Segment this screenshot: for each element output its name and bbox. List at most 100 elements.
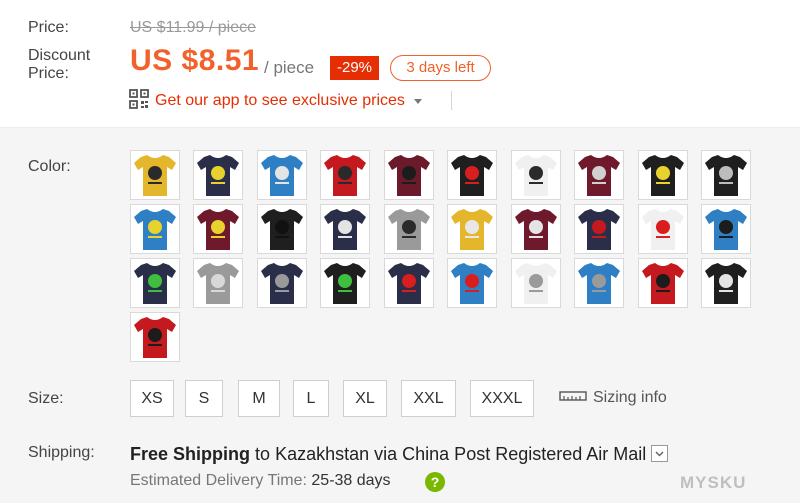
color-option[interactable]: [193, 258, 243, 308]
tshirt-icon: [451, 155, 493, 196]
tshirt-icon: [134, 263, 176, 304]
discount-label-line1: Discount: [28, 47, 91, 64]
color-option[interactable]: [638, 204, 688, 254]
tshirt-icon: [705, 263, 747, 304]
tshirt-icon: [261, 155, 303, 196]
tshirt-icon: [324, 263, 366, 304]
free-shipping-text: Free Shipping: [130, 444, 251, 464]
size-option-xl[interactable]: XL: [343, 380, 387, 417]
caret-down-icon: [413, 98, 422, 104]
color-option[interactable]: [257, 258, 307, 308]
color-option[interactable]: [257, 150, 307, 200]
tshirt-icon: [515, 155, 557, 196]
tshirt-icon: [134, 209, 176, 250]
divider: [451, 91, 452, 110]
sizing-info-text: Sizing info: [593, 389, 667, 406]
discount-label-line2: Price:: [28, 65, 69, 82]
color-label: Color:: [28, 158, 71, 175]
color-option[interactable]: [574, 258, 624, 308]
delivery-estimate: Estimated Delivery Time: 25-38 days: [130, 472, 391, 490]
size-option-s[interactable]: S: [185, 380, 223, 417]
tshirt-icon: [388, 155, 430, 196]
discount-price-label: Discount Price:: [28, 47, 90, 83]
per-piece-unit: / piece: [264, 58, 315, 77]
color-option[interactable]: [447, 150, 497, 200]
chevron-down-icon: [655, 451, 664, 457]
color-option[interactable]: [320, 204, 370, 254]
tshirt-icon: [515, 209, 557, 250]
color-option[interactable]: [130, 312, 180, 362]
color-option[interactable]: [701, 258, 751, 308]
delivery-days: 25-38 days: [311, 472, 391, 489]
tshirt-icon: [451, 263, 493, 304]
color-option[interactable]: [574, 204, 624, 254]
tshirt-icon: [324, 155, 366, 196]
tshirt-icon: [261, 263, 303, 304]
shipping-country: Kazakhstan: [275, 444, 370, 464]
size-option-l[interactable]: L: [293, 380, 329, 417]
shipping-dropdown-button[interactable]: [651, 445, 668, 462]
color-option[interactable]: [511, 150, 561, 200]
color-option[interactable]: [257, 204, 307, 254]
shipping-method[interactable]: Free Shipping to Kazakhstan via China Po…: [130, 444, 646, 465]
tshirt-icon: [324, 209, 366, 250]
color-option[interactable]: [384, 204, 434, 254]
delivery-label: Estimated Delivery Time:: [130, 472, 307, 489]
ruler-icon: [559, 389, 587, 407]
shipping-carrier: via China Post Registered Air Mail: [374, 444, 647, 464]
tshirt-icon: [388, 209, 430, 250]
color-option[interactable]: [130, 150, 180, 200]
color-option[interactable]: [320, 150, 370, 200]
tshirt-icon: [261, 209, 303, 250]
color-option[interactable]: [638, 150, 688, 200]
size-label: Size:: [28, 390, 64, 407]
question-icon[interactable]: ?: [425, 472, 445, 492]
color-option[interactable]: [574, 150, 624, 200]
price-label: Price:: [28, 19, 69, 36]
size-option-xs[interactable]: XS: [130, 380, 174, 417]
tshirt-icon: [197, 263, 239, 304]
price-panel: Price: US $11.99 / piece Discount Price:…: [0, 0, 800, 128]
countdown-badge: 3 days left: [390, 55, 491, 81]
size-option-m[interactable]: M: [238, 380, 280, 417]
color-option[interactable]: [511, 204, 561, 254]
color-option[interactable]: [193, 150, 243, 200]
discount-badge: -29%: [330, 56, 379, 80]
tshirt-icon: [642, 209, 684, 250]
shipping-to-text: to: [255, 444, 271, 464]
color-option[interactable]: [193, 204, 243, 254]
tshirt-icon: [705, 155, 747, 196]
tshirt-icon: [388, 263, 430, 304]
tshirt-icon: [515, 263, 557, 304]
tshirt-icon: [705, 209, 747, 250]
sale-price: US $8.51: [130, 44, 260, 77]
color-option[interactable]: [701, 150, 751, 200]
sizing-info-link[interactable]: Sizing info: [559, 389, 667, 407]
color-option[interactable]: [447, 204, 497, 254]
app-promo-link[interactable]: Get our app to see exclusive prices: [129, 88, 422, 114]
tshirt-icon: [134, 317, 176, 358]
tshirt-icon: [642, 263, 684, 304]
qr-code-icon: [129, 88, 149, 114]
color-option[interactable]: [638, 258, 688, 308]
color-option[interactable]: [511, 258, 561, 308]
tshirt-icon: [451, 209, 493, 250]
watermark-text: MYSKU: [680, 473, 747, 492]
color-option[interactable]: [320, 258, 370, 308]
app-promo-text: Get our app to see exclusive prices: [155, 92, 405, 109]
tshirt-icon: [578, 209, 620, 250]
tshirt-icon: [642, 155, 684, 196]
size-option-xxl[interactable]: XXL: [401, 380, 456, 417]
color-option[interactable]: [384, 258, 434, 308]
color-option[interactable]: [130, 258, 180, 308]
color-option[interactable]: [384, 150, 434, 200]
color-option[interactable]: [447, 258, 497, 308]
size-option-xxxl[interactable]: XXXL: [470, 380, 534, 417]
color-option[interactable]: [130, 204, 180, 254]
tshirt-icon: [134, 155, 176, 196]
tshirt-icon: [578, 263, 620, 304]
original-price: US $11.99 / piece: [130, 19, 257, 36]
shipping-label: Shipping:: [28, 444, 95, 461]
color-option[interactable]: [701, 204, 751, 254]
tshirt-icon: [197, 155, 239, 196]
